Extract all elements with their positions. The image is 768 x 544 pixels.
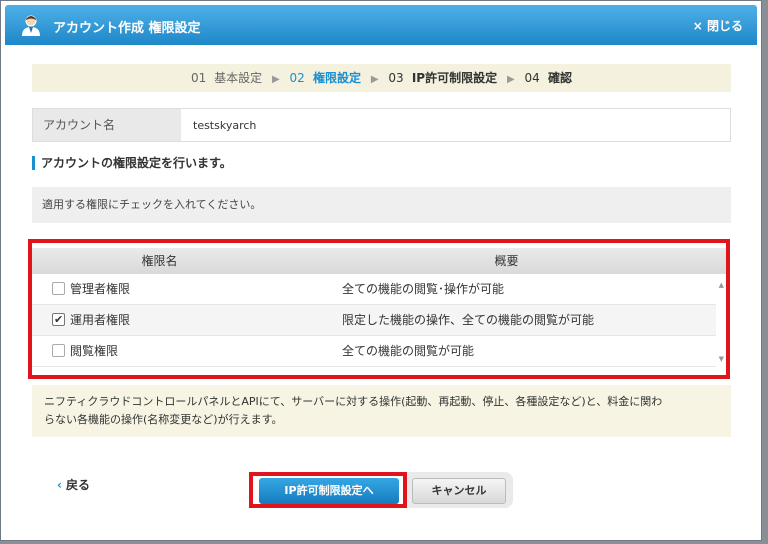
back-link[interactable]: ‹ 戻る bbox=[57, 476, 90, 493]
checkbox-viewer[interactable] bbox=[52, 344, 65, 357]
close-button[interactable]: × 閉じる bbox=[693, 17, 743, 34]
permission-name: 管理者権限 bbox=[70, 282, 131, 296]
instruction-text: 適用する権限にチェックを入れてください。 bbox=[32, 187, 731, 223]
permission-table: 権限名 概要 管理者権限 全ての機能の閲覧･操作が可能 ✔ 運用者権限 限定した… bbox=[28, 239, 730, 379]
permission-desc: 全ての機能の閲覧が可能 bbox=[342, 344, 475, 358]
step-2: 02 権限設定 bbox=[289, 71, 362, 85]
check-icon: ✔ bbox=[54, 313, 64, 326]
permission-desc: 全ての機能の閲覧･操作が可能 bbox=[342, 282, 505, 296]
account-name-label: アカウント名 bbox=[33, 109, 181, 141]
dialog-title: アカウント作成 権限設定 bbox=[53, 21, 201, 36]
step-1: 01 基本設定 bbox=[191, 71, 263, 85]
dialog-titlebar: アカウント作成 権限設定 × 閉じる bbox=[5, 5, 757, 45]
section-heading: アカウントの権限設定を行います。 bbox=[32, 156, 232, 170]
scroll-down-icon[interactable]: ▼ bbox=[719, 355, 724, 363]
account-name-value: testskyarch bbox=[193, 119, 257, 132]
step-indicator: 01 基本設定 ▶ 02 権限設定 ▶ 03 IP許可制限設定 ▶ 04 確認 bbox=[32, 64, 731, 92]
step-4: 04 確認 bbox=[524, 71, 572, 85]
scroll-up-icon[interactable]: ▲ bbox=[719, 281, 724, 289]
permission-desc: 限定した機能の操作、全ての機能の閲覧が可能 bbox=[342, 313, 595, 327]
chevron-right-icon: ▶ bbox=[272, 74, 280, 85]
user-icon bbox=[22, 15, 40, 36]
checkbox-operator[interactable]: ✔ bbox=[52, 313, 65, 326]
note-line-2: らない各機能の操作(名称変更など)が行えます。 bbox=[44, 413, 283, 426]
chevron-right-icon: ▶ bbox=[506, 74, 515, 85]
header-summary: 概要 bbox=[494, 254, 519, 268]
table-header: 権限名 概要 bbox=[32, 248, 726, 274]
back-label: 戻る bbox=[65, 478, 90, 492]
table-row[interactable]: 閲覧権限 全ての機能の閲覧が可能 bbox=[32, 336, 716, 367]
header-permission-name: 権限名 bbox=[141, 254, 178, 268]
note-line-1: ニフティクラウドコントロールパネルとAPIにて、サーバーに対する操作(起動、再起… bbox=[44, 395, 663, 408]
chevron-right-icon: ▶ bbox=[370, 74, 379, 85]
cancel-button[interactable]: キャンセル bbox=[412, 478, 506, 504]
checkbox-admin[interactable] bbox=[52, 282, 65, 295]
table-row[interactable]: ✔ 運用者権限 限定した機能の操作、全ての機能の閲覧が可能 bbox=[32, 305, 716, 336]
permission-name: 閲覧権限 bbox=[70, 344, 119, 358]
table-row[interactable]: 管理者権限 全ての機能の閲覧･操作が可能 bbox=[32, 274, 716, 305]
permission-description-note: ニフティクラウドコントロールパネルとAPIにて、サーバーに対する操作(起動、再起… bbox=[32, 385, 731, 437]
next-ip-restriction-button[interactable]: IP許可制限設定へ bbox=[259, 478, 399, 504]
account-name-row: アカウント名 testskyarch bbox=[32, 108, 731, 142]
step-3: 03 IP許可制限設定 bbox=[388, 71, 498, 85]
chevron-left-icon: ‹ bbox=[57, 478, 62, 492]
permission-name: 運用者権限 bbox=[70, 313, 131, 327]
account-create-dialog: アカウント作成 権限設定 × 閉じる 01 基本設定 ▶ 02 権限設定 ▶ 0… bbox=[0, 0, 762, 541]
